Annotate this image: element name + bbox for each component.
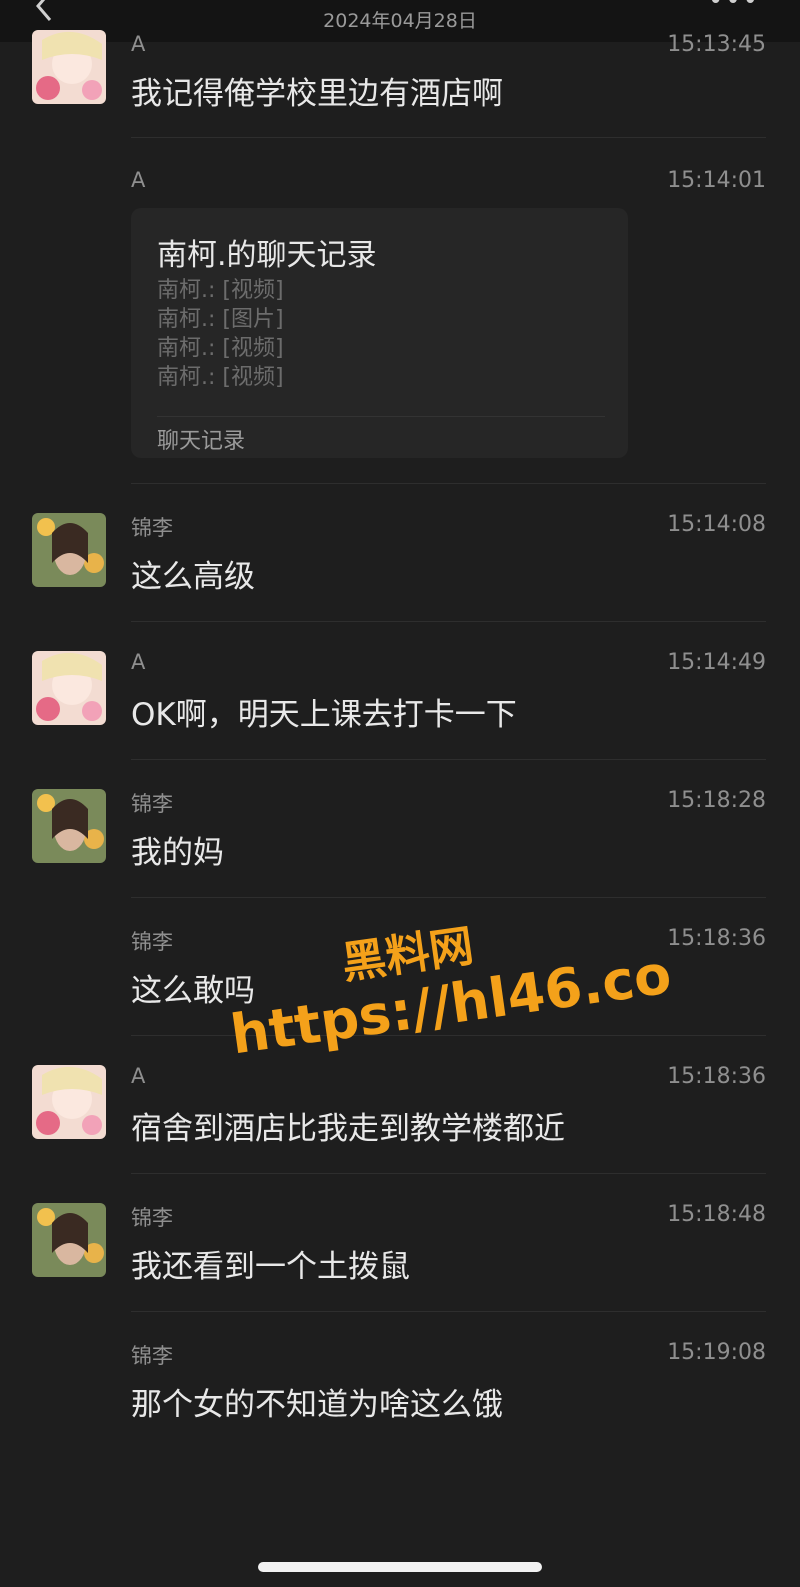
avatar-photo-girl[interactable]: [32, 1203, 106, 1277]
chat-record-line: 南柯.: [视频]: [157, 365, 284, 390]
message-text[interactable]: 我的妈: [131, 827, 224, 872]
sender-name: A: [131, 650, 146, 674]
sender-name: 锦李: [131, 1206, 173, 1230]
sender-name: 锦李: [131, 516, 173, 540]
card-divider: [157, 416, 605, 417]
message-divider: [131, 759, 766, 760]
chat-record-line: 南柯.: [图片]: [157, 307, 284, 332]
avatar-anime-girl[interactable]: [32, 651, 106, 725]
avatar-anime-girl[interactable]: [32, 30, 106, 104]
message-divider: [131, 1173, 766, 1174]
message-time: 15:14:49: [667, 650, 766, 675]
message-text[interactable]: 这么高级: [131, 551, 255, 596]
message-divider: [131, 483, 766, 484]
avatar-anime-girl[interactable]: [32, 1065, 106, 1139]
message-text[interactable]: 宿舍到酒店比我走到教学楼都近: [131, 1103, 565, 1148]
avatar-photo-girl[interactable]: [32, 513, 106, 587]
chat-record-line: 南柯.: [视频]: [157, 278, 284, 303]
message-text[interactable]: OK啊，明天上课去打卡一下: [131, 689, 517, 734]
sender-name: 锦李: [131, 1344, 173, 1368]
sender-name: 锦李: [131, 930, 173, 954]
sender-name: A: [131, 168, 146, 192]
message-time: 15:18:36: [667, 1064, 766, 1089]
message-time: 15:14:01: [667, 168, 766, 193]
chat-record-line: 南柯.: [视频]: [157, 336, 284, 361]
message-divider: [131, 621, 766, 622]
avatar-photo-girl[interactable]: [32, 789, 106, 863]
more-options-icon[interactable]: •••: [708, 0, 760, 16]
message-text[interactable]: 那个女的不知道为啥这么饿: [131, 1379, 503, 1424]
message-text[interactable]: 我还看到一个土拨鼠: [131, 1241, 410, 1286]
message-time: 15:14:08: [667, 512, 766, 537]
chat-record-card[interactable]: 南柯.的聊天记录 南柯.: [视频] 南柯.: [图片] 南柯.: [视频] 南…: [131, 208, 628, 458]
sender-name: A: [131, 32, 146, 56]
message-divider: [131, 1311, 766, 1312]
message-text[interactable]: 我记得俺学校里边有酒店啊: [131, 68, 503, 113]
message-time: 15:18:48: [667, 1202, 766, 1227]
message-time: 15:19:08: [667, 1340, 766, 1365]
message-divider: [131, 137, 766, 138]
chat-record-title: 南柯.的聊天记录: [157, 238, 377, 273]
sender-name: 锦李: [131, 792, 173, 816]
message-time: 15:18:36: [667, 926, 766, 951]
message-time: 15:18:28: [667, 788, 766, 813]
watermark: 黑料网 https://hl46.co: [215, 862, 675, 1079]
chat-record-footer: 聊天记录: [157, 429, 246, 454]
sender-name: A: [131, 1064, 146, 1088]
conversation-date: 2024年04月28日: [323, 10, 477, 32]
message-time: 15:13:45: [667, 32, 766, 57]
home-indicator[interactable]: [258, 1562, 542, 1572]
